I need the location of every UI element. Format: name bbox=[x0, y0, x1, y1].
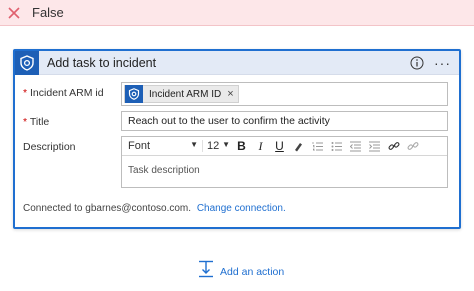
chevron-down-icon: ▼ bbox=[190, 140, 198, 149]
indent-icon[interactable] bbox=[365, 138, 384, 154]
description-editor[interactable]: Font ▼ 12 ▼ B I U Task description bbox=[121, 136, 448, 188]
title-field[interactable]: Reach out to the user to confirm the act… bbox=[121, 111, 448, 131]
chevron-down-icon: ▼ bbox=[222, 140, 230, 149]
rich-text-toolbar: Font ▼ 12 ▼ B I U bbox=[122, 137, 447, 156]
title-row: * Title bbox=[23, 116, 50, 128]
token-label: Incident ARM ID bbox=[149, 88, 222, 100]
sentinel-logo-icon bbox=[125, 85, 143, 103]
bold-icon[interactable]: B bbox=[232, 138, 251, 154]
more-icon[interactable]: ··· bbox=[434, 55, 451, 71]
unordered-list-icon[interactable] bbox=[327, 138, 346, 154]
ordered-list-icon[interactable] bbox=[308, 138, 327, 154]
font-size-value: 12 bbox=[207, 140, 220, 152]
description-row: Description bbox=[23, 139, 123, 153]
add-action-label: Add an action bbox=[220, 265, 285, 278]
unlink-icon[interactable] bbox=[403, 138, 422, 154]
connection-text: Connected to gbarnes@contoso.com. bbox=[23, 203, 192, 214]
font-select[interactable]: Font ▼ bbox=[122, 140, 202, 152]
false-branch-header[interactable]: False bbox=[0, 0, 474, 26]
link-icon[interactable] bbox=[384, 138, 403, 154]
close-icon[interactable] bbox=[0, 0, 28, 26]
sentinel-logo-icon bbox=[15, 50, 39, 75]
outdent-icon[interactable] bbox=[346, 138, 365, 154]
underline-icon[interactable]: U bbox=[270, 138, 289, 154]
change-connection-link[interactable]: Change connection. bbox=[197, 203, 286, 214]
highlighter-icon[interactable] bbox=[289, 138, 308, 154]
false-branch-label: False bbox=[32, 5, 64, 20]
title-input-value: Reach out to the user to confirm the act… bbox=[128, 115, 330, 127]
remove-token-icon[interactable]: × bbox=[227, 88, 233, 100]
font-size-select[interactable]: 12 ▼ bbox=[202, 140, 232, 152]
title-label: Title bbox=[29, 116, 50, 128]
font-select-value: Font bbox=[128, 140, 151, 152]
connection-info: Connected to gbarnes@contoso.com. Change… bbox=[23, 203, 286, 214]
incident-arm-id-label: Incident ARM id bbox=[30, 87, 104, 99]
add-action-button[interactable]: Add an action bbox=[198, 260, 284, 283]
description-label: Description bbox=[23, 141, 76, 153]
add-task-card: Add task to incident ··· * Incident ARM … bbox=[13, 49, 461, 229]
description-placeholder: Task description bbox=[128, 165, 200, 176]
info-icon[interactable] bbox=[410, 56, 424, 70]
incident-arm-id-field[interactable]: Incident ARM ID × bbox=[121, 82, 448, 106]
add-action-icon bbox=[198, 260, 214, 283]
card-header[interactable]: Add task to incident ··· bbox=[15, 50, 459, 75]
card-title: Add task to incident bbox=[47, 55, 157, 70]
incident-arm-id-token[interactable]: Incident ARM ID × bbox=[124, 85, 239, 103]
italic-icon[interactable]: I bbox=[251, 138, 270, 154]
incident-arm-id-row: * Incident ARM id bbox=[23, 87, 104, 99]
